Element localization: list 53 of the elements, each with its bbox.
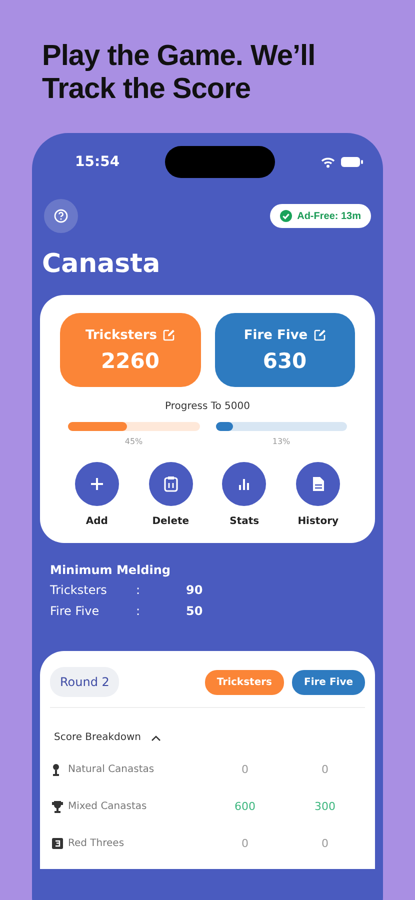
history-button[interactable] [296, 462, 340, 506]
team-score: 630 [262, 348, 307, 372]
separator: : [136, 583, 142, 599]
ad-free-badge[interactable]: Ad-Free: 13m [270, 204, 371, 228]
progress-label: Progress To 5000 [164, 401, 251, 412]
section-title: Minimum Melding [50, 563, 172, 577]
status-time: 15:54 [75, 154, 120, 170]
row-label: Red Threes [68, 838, 126, 849]
check-circle-icon [280, 210, 292, 222]
action-label: Delete [152, 516, 190, 527]
melding-value: 50 [186, 604, 204, 620]
add-button[interactable] [74, 462, 119, 506]
row-label: Mixed Canastas [68, 801, 148, 812]
edit-icon[interactable] [314, 329, 326, 341]
plus-icon [90, 477, 104, 491]
round-chip[interactable]: Round 2 [50, 667, 120, 697]
number-three-icon [52, 838, 63, 849]
action-label: Add [86, 516, 108, 527]
team-name: Tricksters [85, 328, 158, 342]
action-label: Stats [230, 516, 260, 527]
help-button[interactable] [44, 199, 78, 233]
team-name: Fire Five [50, 604, 100, 620]
section-title: Score Breakdown [54, 732, 141, 743]
game-title: Canasta [42, 249, 162, 281]
score-value: 0 [320, 763, 330, 776]
clipboard-icon [164, 476, 178, 492]
team-score-card[interactable]: Fire Five 630 [214, 313, 355, 387]
separator: : [136, 604, 142, 620]
document-icon [312, 476, 325, 492]
progress-percent: 13% [272, 437, 290, 446]
score-value: 600 [234, 800, 256, 813]
team-score: 2260 [101, 348, 160, 372]
bar-chart-icon [237, 477, 252, 491]
help-icon [54, 209, 68, 223]
stats-button[interactable] [222, 462, 266, 506]
score-value: 0 [320, 837, 330, 850]
team-tab[interactable]: Fire Five [292, 670, 365, 694]
headline: Play the Game. We’ll Track the Score [41, 39, 316, 107]
action-label: History [298, 516, 339, 527]
score-value: 300 [314, 800, 336, 813]
team-name: Fire Five [244, 328, 308, 342]
score-value: 0 [240, 763, 250, 776]
score-value: 0 [240, 837, 250, 850]
delete-button[interactable] [148, 462, 193, 506]
team-name: Tricksters [50, 583, 108, 599]
melding-value: 90 [186, 583, 204, 599]
row-label: Natural Canastas [68, 764, 156, 775]
battery-icon [340, 157, 363, 167]
progress-percent: 45% [124, 437, 143, 446]
chevron-up-icon[interactable] [151, 734, 161, 740]
team-tab[interactable]: Tricksters [204, 670, 284, 694]
team-score-card[interactable]: Tricksters 2260 [60, 313, 200, 387]
wifi-icon [320, 156, 335, 168]
